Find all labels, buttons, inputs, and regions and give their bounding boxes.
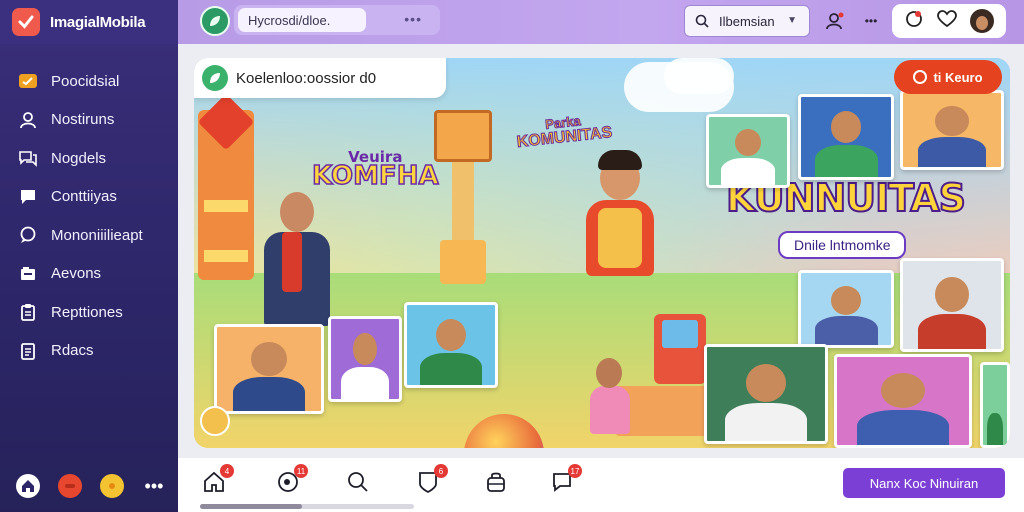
brand-header[interactable]: ImagialMobila bbox=[0, 0, 178, 44]
clock-icon[interactable]: 11 bbox=[274, 464, 308, 496]
profile-notify-icon[interactable] bbox=[824, 10, 846, 32]
sidebar-item-label: Rdacs bbox=[51, 342, 94, 360]
language-select[interactable]: Ilbemsian ▼ bbox=[684, 5, 810, 37]
member-photo-card[interactable] bbox=[214, 324, 324, 414]
more-dots-icon[interactable]: ••• bbox=[860, 10, 882, 32]
search-icon[interactable] bbox=[344, 468, 372, 496]
caption-text: Koelenloo:oossior d0 bbox=[236, 69, 377, 87]
sidebar-item-label: Nostiruns bbox=[51, 111, 115, 129]
home-icon[interactable]: 4 bbox=[200, 464, 234, 496]
member-photo-card[interactable] bbox=[404, 302, 498, 388]
sidebar-item-4[interactable]: Mononiiilieapt bbox=[0, 216, 178, 255]
member-photo-card[interactable] bbox=[900, 90, 1004, 170]
app-logo-icon bbox=[12, 8, 40, 36]
app-title: ImagialMobila bbox=[50, 13, 146, 31]
sidebar-item-label: Mononiiilieapt bbox=[51, 226, 143, 244]
member-photo-card[interactable] bbox=[706, 114, 790, 188]
heart-icon[interactable] bbox=[937, 9, 957, 33]
live-badge[interactable]: ti Keuro bbox=[894, 60, 1002, 94]
teacher-character bbox=[252, 188, 342, 328]
member-photo-card[interactable] bbox=[704, 344, 828, 444]
member-photo-card[interactable] bbox=[834, 354, 972, 448]
search-bar[interactable]: Hycrosdi/dloe. ••• bbox=[234, 5, 440, 35]
search-options-icon[interactable]: ••• bbox=[404, 11, 422, 27]
banner-caption[interactable]: Koelenloo:oossior d0 bbox=[194, 58, 446, 98]
sidebar-item-label: Aevons bbox=[51, 265, 102, 283]
quick-actions bbox=[892, 4, 1006, 38]
sidebar: ImagialMobila Poocidsial Nostiruns Nogde… bbox=[0, 0, 178, 512]
sidebar-item-6[interactable]: Repttiones bbox=[0, 293, 178, 332]
scrollbar-thumb[interactable] bbox=[200, 504, 302, 509]
inbox-icon bbox=[18, 264, 38, 284]
record-icon bbox=[913, 70, 928, 84]
comment-icon bbox=[18, 225, 38, 245]
more-icon[interactable]: ••• bbox=[142, 474, 166, 498]
chat-icon[interactable]: 17 bbox=[548, 464, 582, 496]
top-bar: Hycrosdi/dloe. ••• Ilbemsian ▼ ••• bbox=[178, 0, 1024, 44]
avatar[interactable] bbox=[200, 406, 230, 436]
sidebar-item-2[interactable]: Nogdels bbox=[0, 139, 178, 178]
document-icon bbox=[18, 341, 38, 361]
search-input[interactable]: Hycrosdi/dloe. bbox=[238, 8, 366, 32]
sidebar-item-7[interactable]: Rdacs bbox=[0, 332, 178, 371]
sidebar-item-label: Conttiiyas bbox=[51, 188, 117, 206]
message-icon bbox=[18, 187, 38, 207]
chat-bubbles-icon bbox=[18, 148, 38, 168]
shield-icon[interactable]: 6 bbox=[414, 464, 448, 496]
cloud-decoration bbox=[664, 58, 734, 94]
sidebar-item-label: Repttiones bbox=[51, 303, 123, 321]
folder-icon bbox=[18, 71, 38, 91]
sidebar-item-5[interactable]: Aevons bbox=[0, 255, 178, 294]
sidebar-item-0[interactable]: Poocidsial bbox=[0, 62, 178, 101]
boy-character bbox=[574, 150, 666, 280]
community-banner[interactable]: Veuira KOMFHA Parka KOMUNITAS KUNNUITAS … bbox=[194, 58, 1010, 448]
avatar[interactable] bbox=[969, 9, 994, 33]
member-photo-card[interactable] bbox=[980, 362, 1010, 448]
clipboard-icon bbox=[18, 302, 38, 322]
coin-icon[interactable] bbox=[100, 474, 124, 498]
kiosk-illustration bbox=[654, 314, 706, 384]
join-community-button[interactable]: Nanx Koc Ninuiran bbox=[843, 468, 1005, 498]
leaf-icon bbox=[202, 65, 228, 91]
search-icon bbox=[695, 14, 709, 28]
member-photo-card[interactable] bbox=[328, 316, 402, 402]
bag-icon[interactable] bbox=[482, 468, 510, 496]
member-photo-card[interactable] bbox=[900, 258, 1004, 352]
banner-subtitle-right: Dnile lntmomke bbox=[778, 231, 907, 259]
user-icon bbox=[18, 110, 38, 130]
toy-tower-illustration bbox=[434, 110, 492, 300]
toy-house-illustration bbox=[197, 93, 255, 280]
member-photo-card[interactable] bbox=[798, 270, 894, 348]
chevron-down-icon: ▼ bbox=[787, 15, 797, 26]
horizontal-scrollbar[interactable] bbox=[200, 504, 414, 509]
sidebar-item-3[interactable]: Conttiiyas bbox=[0, 178, 178, 217]
record-icon[interactable] bbox=[58, 474, 82, 498]
home-icon[interactable] bbox=[16, 474, 40, 498]
seated-girl-character bbox=[582, 358, 636, 438]
brand-leaf-icon[interactable] bbox=[200, 6, 230, 36]
notification-icon[interactable] bbox=[904, 9, 924, 34]
sidebar-footer: ••• bbox=[16, 474, 166, 498]
sidebar-nav: Poocidsial Nostiruns Nogdels Conttiiyas … bbox=[0, 62, 178, 370]
sidebar-item-label: Poocidsial bbox=[51, 72, 120, 90]
member-photo-card[interactable] bbox=[798, 94, 894, 180]
sidebar-item-1[interactable]: Nostiruns bbox=[0, 101, 178, 140]
sidebar-item-label: Nogdels bbox=[51, 149, 107, 167]
select-value: Ilbemsian bbox=[719, 13, 775, 29]
banner-title-left: Veuira KOMFHA bbox=[311, 148, 439, 192]
